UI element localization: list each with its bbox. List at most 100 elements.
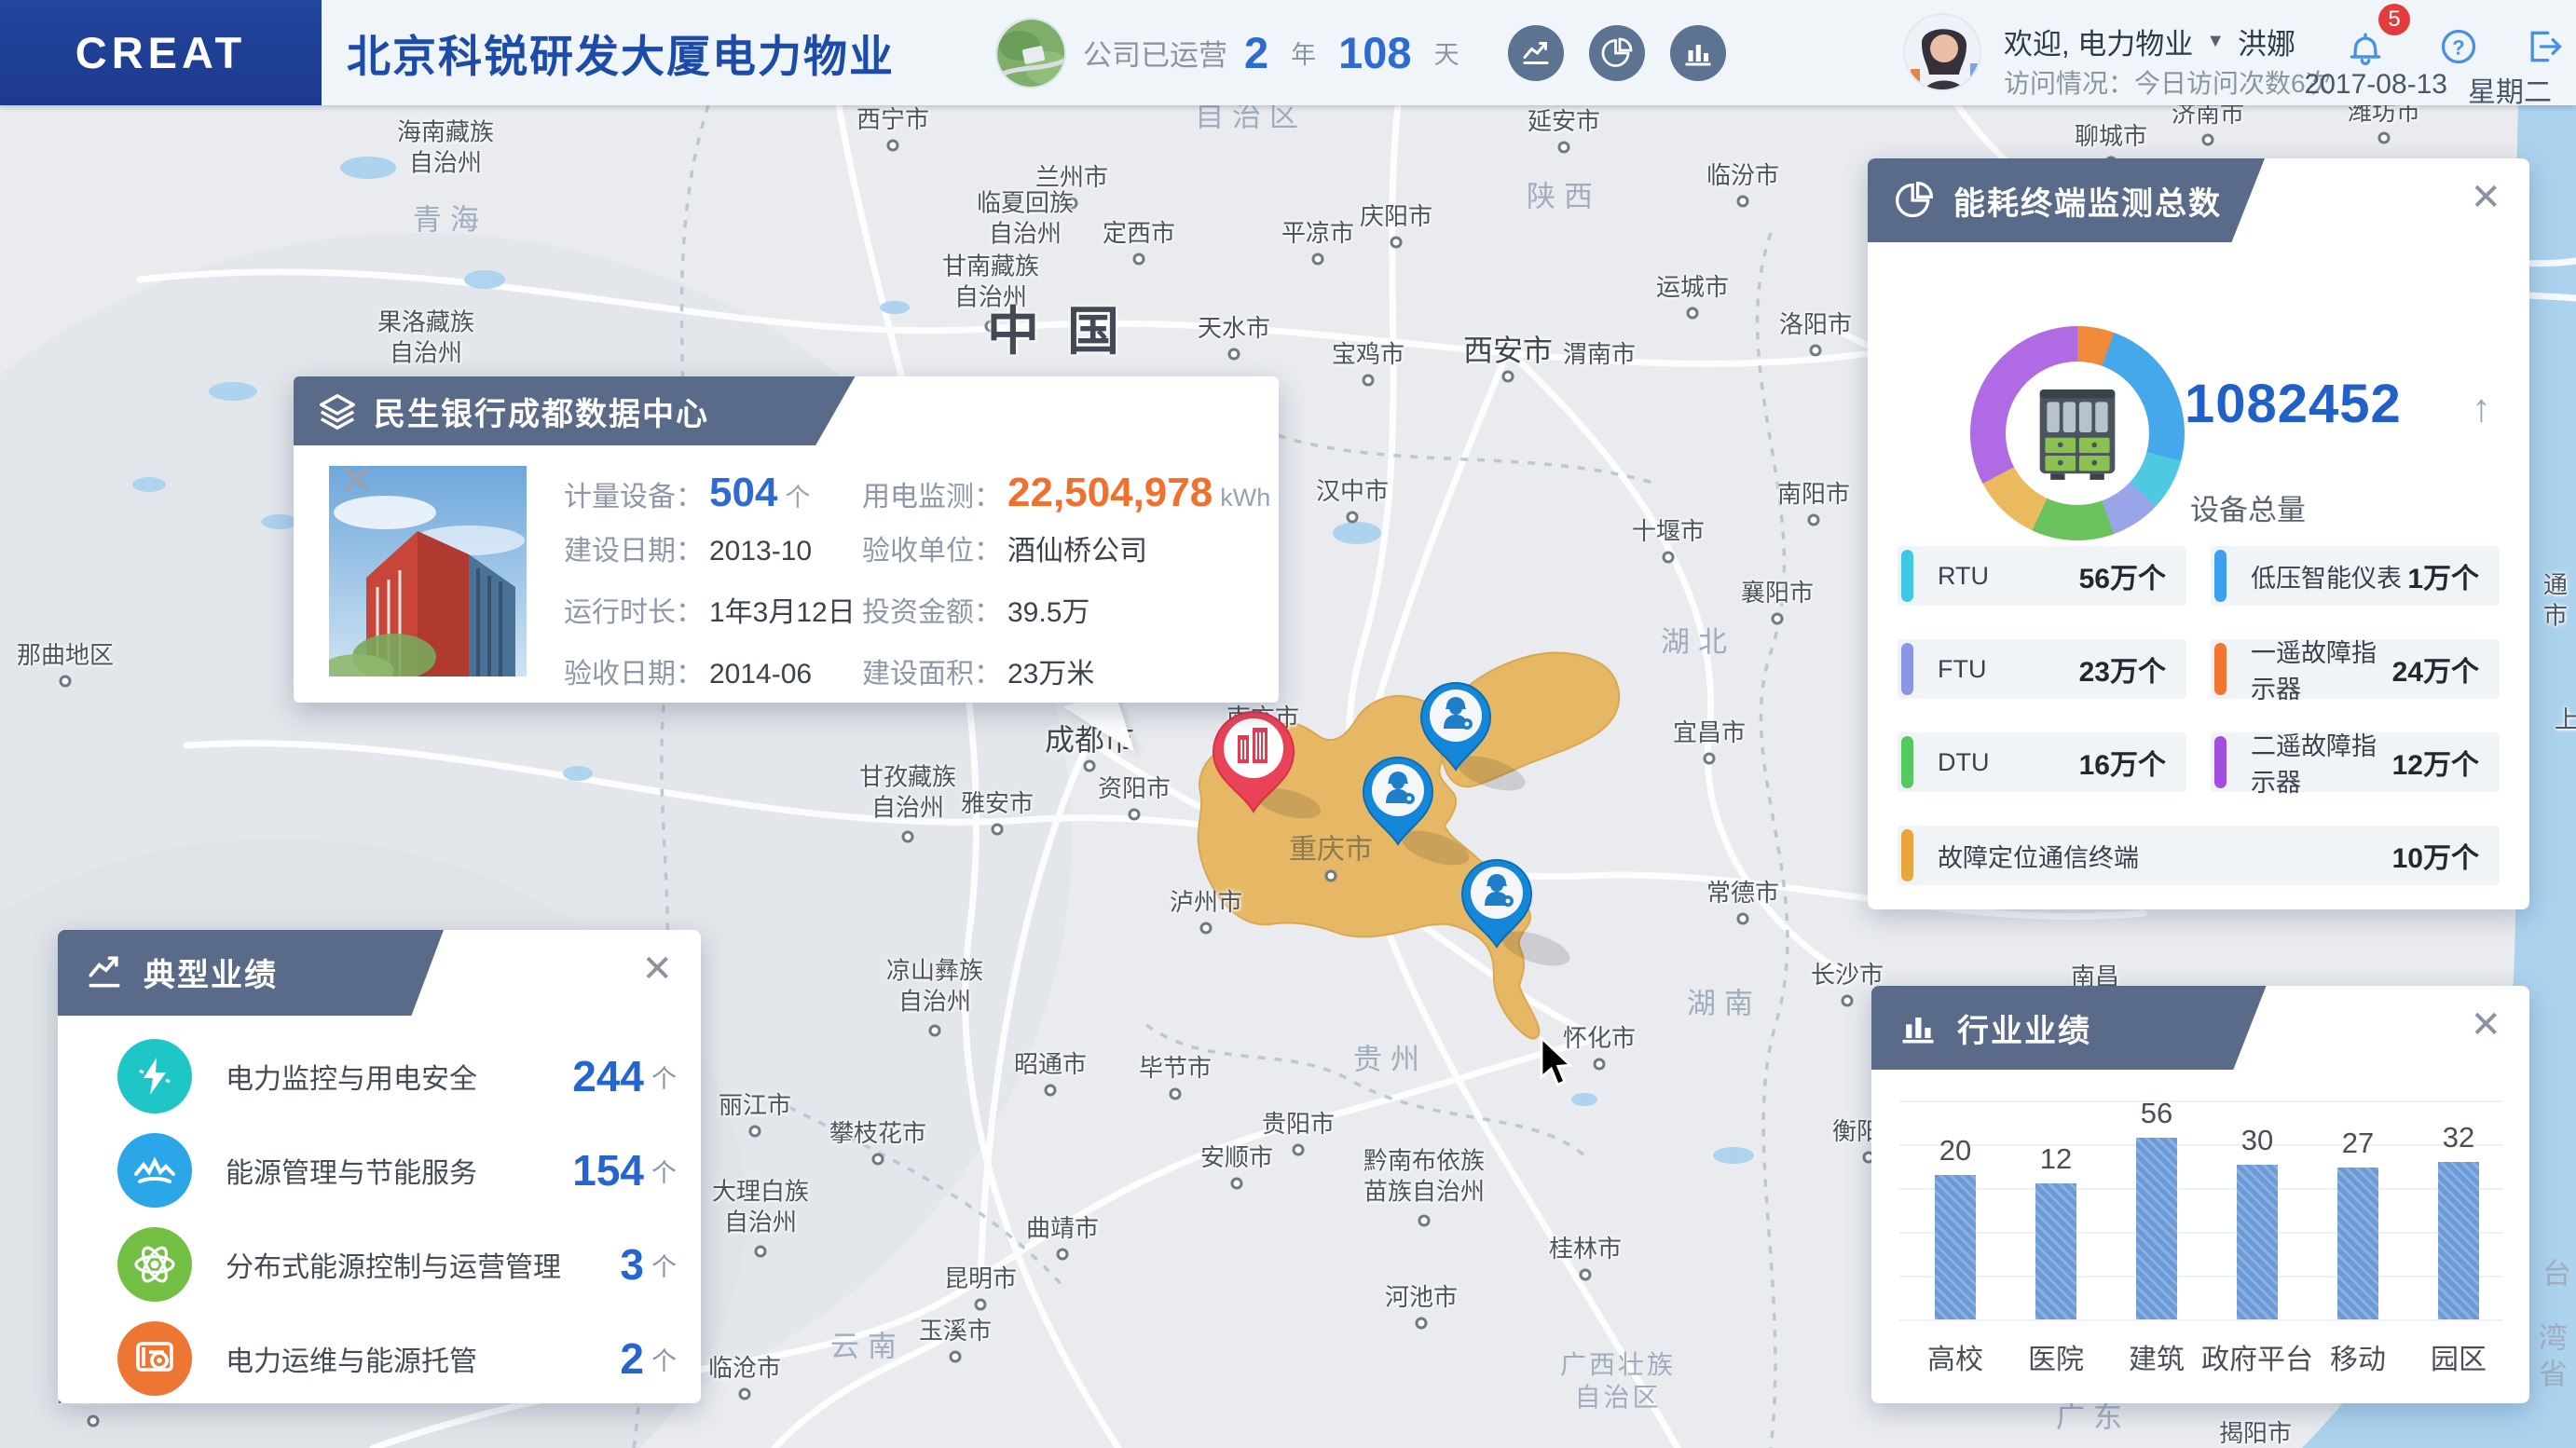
popup-close-icon[interactable]: ✕ [338, 458, 375, 501]
wave-icon [117, 1133, 192, 1208]
map-label: 常德市 [1706, 878, 1780, 907]
panel-header: 典型业绩 [58, 930, 701, 1016]
visit-info: 访问情况：今日访问次数6次 [2004, 69, 2332, 98]
city-dot [1044, 1084, 1057, 1097]
device-stat-row[interactable]: 低压智能仪表 1万个 [2211, 546, 2500, 606]
operation-days-unit: 天 [1433, 41, 1459, 69]
city-dot [901, 830, 914, 843]
bar-value: 32 [2442, 1121, 2475, 1154]
device-stat-row[interactable]: DTU 16万个 [1898, 732, 2186, 792]
popup-stat: 计量设备： 504 个 [564, 470, 810, 516]
stat-color-bar [1901, 643, 1913, 695]
help-icon[interactable]: ? [2438, 26, 2479, 67]
chart-gridline [1899, 1100, 2503, 1102]
city-dot [991, 823, 1004, 836]
bar-value: 56 [2140, 1097, 2173, 1129]
popup-stat: 投资金额： 39.5万 [862, 589, 1089, 630]
map-label: 西宁市 [856, 104, 930, 133]
city-dot [59, 675, 72, 688]
bar-移动[interactable] [2337, 1168, 2378, 1319]
up-arrow-icon: ↑ [2472, 386, 2491, 430]
bar-value: 30 [2240, 1124, 2274, 1156]
performance-label: 分布式能源控制与运营管理 [226, 1252, 561, 1283]
lightning-icon [117, 1039, 192, 1113]
pie-icon [1894, 180, 1935, 221]
stat-color-bar [1901, 550, 1913, 602]
donut-center [2006, 362, 2149, 505]
stat-label: 运行时长： [564, 597, 704, 628]
bar-园区[interactable] [2438, 1162, 2479, 1319]
performance-row[interactable]: 分布式能源控制与运营管理 3 个 [117, 1223, 677, 1306]
map-label: 资阳市 [1097, 773, 1172, 802]
device-stat-row[interactable]: FTU 23万个 [1898, 639, 2186, 699]
user-avatar[interactable] [1903, 13, 1981, 91]
typical-performance-panel: 典型业绩 ✕ 电力监控与用电安全 244 个能源管理与节能服务 154 个分布式能源控制… [58, 930, 701, 1403]
worker-site-pin[interactable] [1459, 856, 1535, 958]
trend-icon [84, 951, 125, 992]
user-name: 洪娜 [2238, 28, 2296, 61]
close-icon[interactable]: ✕ [2470, 1006, 2501, 1044]
company-avatar [995, 17, 1066, 89]
device-stat-row[interactable]: 故障定位通信终端 10万个 [1898, 826, 2500, 885]
bar-高校[interactable] [1935, 1175, 1976, 1319]
user-welcome[interactable]: 欢迎, 电力物业 ▼ 洪娜 [2004, 20, 2295, 62]
close-icon[interactable]: ✕ [641, 950, 673, 988]
brand-logo: CREAT [75, 28, 247, 77]
bar-view-button[interactable] [1670, 25, 1726, 81]
performance-label: 电力运维与能源托管 [226, 1346, 477, 1377]
device-stat-row[interactable]: 一遥故障指示器 24万个 [2211, 639, 2500, 704]
bar-政府平台[interactable] [2237, 1165, 2278, 1319]
device-stat-row[interactable]: RTU 56万个 [1898, 546, 2186, 606]
stat-unit: 个 [785, 484, 811, 512]
performance-value: 2 [620, 1334, 644, 1383]
trend-view-button[interactable] [1508, 25, 1564, 81]
logo-block[interactable]: CREAT [0, 0, 322, 105]
stat-value: 2013-10 [709, 536, 813, 567]
panel-header: 能耗终端监测总数 [1868, 158, 2529, 242]
atom-icon [117, 1227, 192, 1302]
popup-stat: 建设日期： 2013-10 [564, 527, 812, 568]
device-label: FTU [1938, 654, 1987, 683]
bar-category: 高校 [1927, 1345, 1983, 1375]
pie-view-button[interactable] [1589, 25, 1645, 81]
svg-text:?: ? [2452, 35, 2464, 59]
bar-建筑[interactable] [2136, 1138, 2177, 1319]
city-dot [1415, 1317, 1428, 1330]
popup-stat: 验收日期： 2014-06 [564, 650, 812, 691]
city-dot [1686, 307, 1699, 320]
city-dot [1593, 1058, 1606, 1071]
performance-unit: 个 [651, 1064, 677, 1093]
map-label: 揭阳市 [2218, 1418, 2293, 1447]
popup-header: 民生银行成都数据中心 [294, 376, 1279, 445]
map-label: 湖北 [1661, 625, 1735, 659]
map-label: 泸州市 [1169, 887, 1243, 916]
bar-医院[interactable] [2035, 1183, 2076, 1319]
performance-row[interactable]: 能源管理与节能服务 154 个 [117, 1128, 677, 1212]
performance-value: 3 [620, 1240, 644, 1289]
close-icon[interactable]: ✕ [2470, 179, 2501, 216]
site-popup-card: 民生银行成都数据中心 ✕ 计量设备： 504 个 用电监测： 22,504,97… [294, 376, 1279, 770]
bar-category: 移动 [2330, 1345, 2386, 1375]
map-label: 黔南布依族 苗族自治州 [1363, 1146, 1486, 1206]
stat-unit: kWh [1220, 484, 1271, 512]
performance-row[interactable]: 电力监控与用电安全 244 个 [117, 1034, 677, 1118]
map-label: 西安市 [1462, 334, 1554, 367]
city-dot [1056, 1248, 1069, 1261]
bell-icon[interactable] [2345, 26, 2386, 67]
map-label: 洛阳市 [1778, 309, 1853, 338]
panel-title: 能耗终端监测总数 [1953, 185, 2222, 222]
map-label: 平凉市 [1281, 218, 1355, 247]
bar-category: 政府平台 [2201, 1345, 2313, 1375]
map-label: 海南藏族 自治州 [396, 117, 495, 177]
dashboard-screen: 海南藏族 自治州 西宁市 果洛藏族 自治州 青海 自治区 兰州市 临夏回族 自治州 定西市 甘南… [0, 0, 2576, 1448]
weekday-text: 星期二 [2468, 77, 2552, 108]
logout-icon[interactable] [2524, 26, 2565, 67]
device-stat-row[interactable]: 二遥故障指示器 12万个 [2211, 732, 2500, 797]
city-dot [1390, 236, 1403, 249]
selected-site-pin[interactable] [1209, 707, 1298, 824]
worker-site-pin[interactable] [1360, 754, 1436, 855]
performance-row[interactable]: 电力运维与能源托管 2 个 [117, 1317, 677, 1400]
performance-unit: 个 [651, 1252, 677, 1281]
stat-value: 23万米 [1007, 659, 1095, 690]
chevron-down-icon[interactable]: ▼ [2206, 31, 2225, 52]
